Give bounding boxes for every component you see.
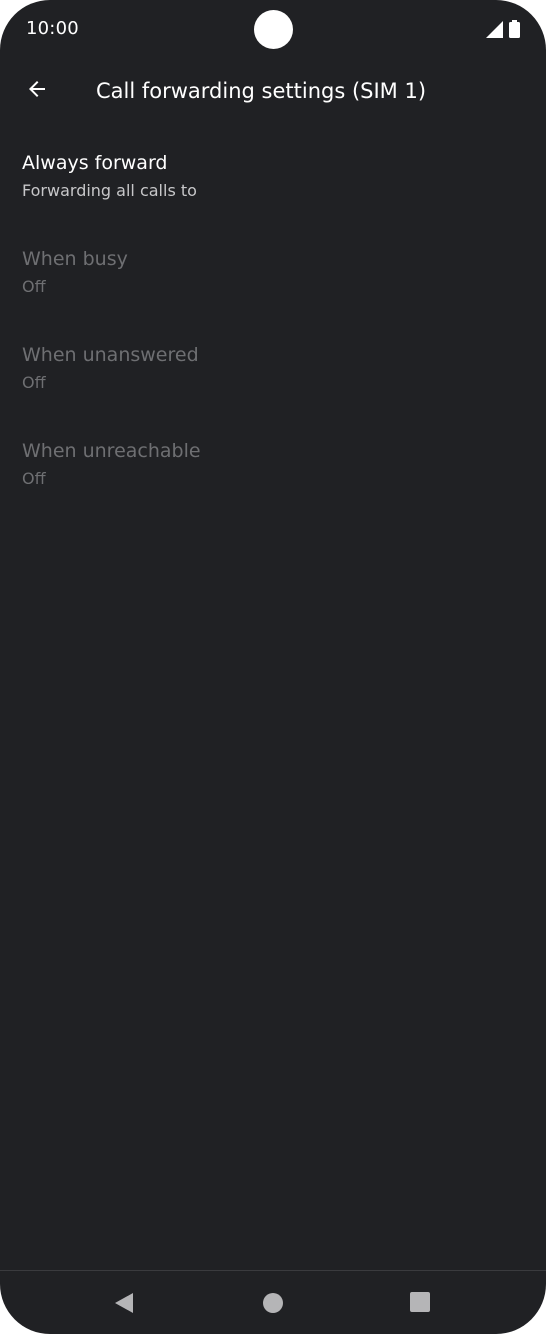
setting-summary: Off bbox=[22, 469, 46, 488]
setting-when-unanswered[interactable]: When unanswered Off bbox=[0, 330, 546, 426]
setting-title: When unreachable bbox=[22, 440, 201, 462]
navigation-bar bbox=[0, 1270, 546, 1334]
settings-list: Always forward Forwarding all calls to W… bbox=[0, 138, 546, 522]
setting-title: When busy bbox=[22, 248, 128, 270]
setting-summary: Off bbox=[22, 373, 46, 392]
status-bar: 10:00 bbox=[0, 0, 546, 60]
setting-summary: Forwarding all calls to bbox=[22, 181, 197, 200]
status-icons bbox=[486, 20, 520, 38]
page-title: Call forwarding settings (SIM 1) bbox=[96, 79, 427, 103]
camera-cutout bbox=[254, 10, 293, 49]
setting-title: When unanswered bbox=[22, 344, 199, 366]
arrow-back-icon bbox=[25, 77, 49, 105]
setting-when-busy[interactable]: When busy Off bbox=[0, 234, 546, 330]
battery-icon bbox=[509, 20, 520, 38]
setting-title: Always forward bbox=[22, 152, 168, 174]
nav-home-icon[interactable] bbox=[263, 1293, 283, 1313]
setting-always-forward[interactable]: Always forward Forwarding all calls to bbox=[0, 138, 546, 234]
phone-screen: 10:00 Call forwarding settings (SIM 1) A… bbox=[0, 0, 546, 1334]
app-bar: Call forwarding settings (SIM 1) bbox=[0, 62, 546, 124]
status-time: 10:00 bbox=[26, 18, 79, 39]
nav-back-icon[interactable] bbox=[112, 1291, 136, 1315]
signal-icon bbox=[486, 21, 503, 38]
back-button[interactable] bbox=[14, 68, 60, 114]
setting-when-unreachable[interactable]: When unreachable Off bbox=[0, 426, 546, 522]
nav-recents-icon[interactable] bbox=[410, 1292, 430, 1312]
setting-summary: Off bbox=[22, 277, 46, 296]
